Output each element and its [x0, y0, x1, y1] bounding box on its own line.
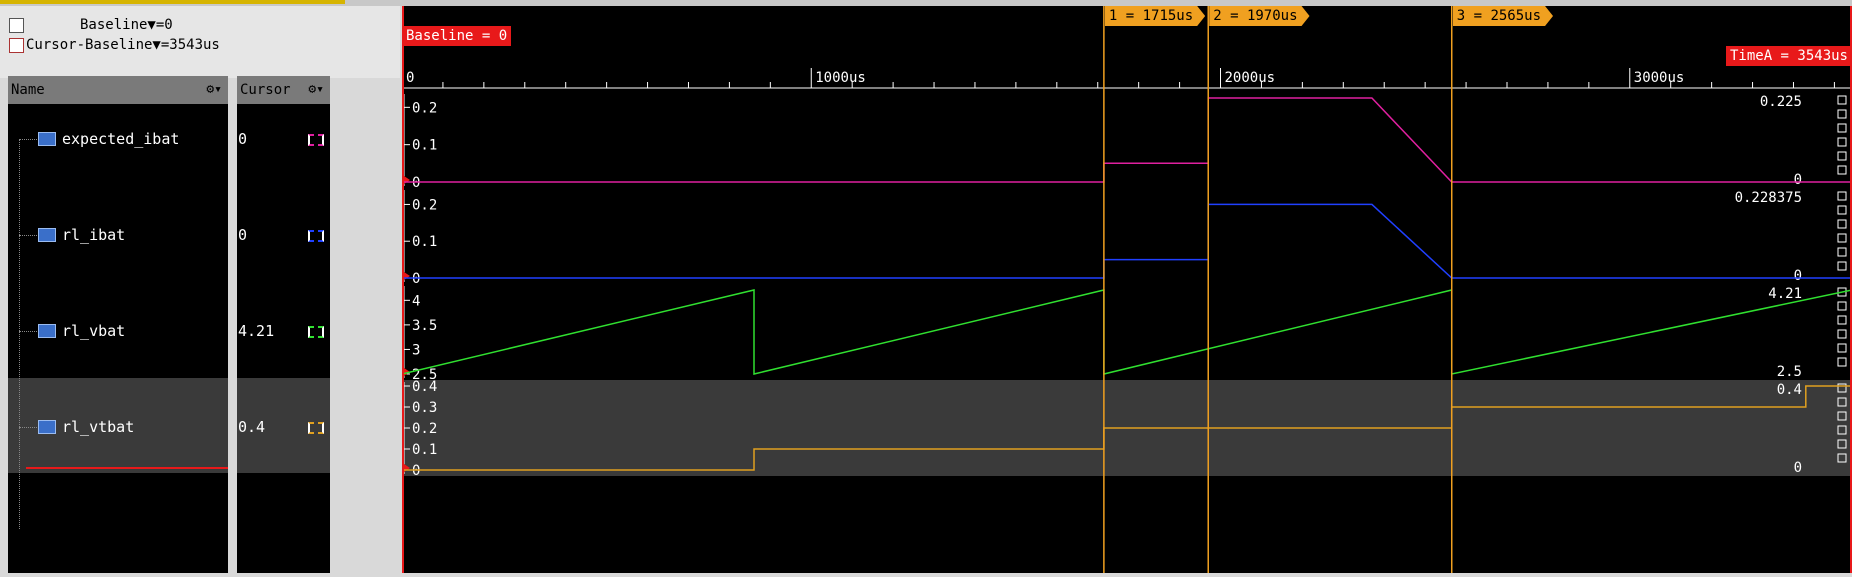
- signal-name-rl_vbat[interactable]: rl_vbat: [62, 322, 125, 340]
- timea-label[interactable]: TimeA = 3543us: [1725, 46, 1852, 66]
- signal-icon: [38, 324, 56, 338]
- signal-name-rl_ibat[interactable]: rl_ibat: [62, 226, 125, 244]
- cursor-value-list: 0 0 4.21 0.4: [237, 104, 330, 573]
- lane-max-label: 0.4: [1777, 382, 1802, 398]
- zoom-in-icon[interactable]: [1837, 329, 1847, 339]
- lane-max-label: 4.21: [1768, 286, 1802, 302]
- tree-connector: [19, 331, 37, 332]
- lane-y-tick-label: 3: [412, 342, 420, 358]
- lane-y-tick-label: 0: [412, 175, 420, 191]
- cursor-value-rl_ibat: 0: [238, 226, 248, 244]
- lane-y-tick-label: 0: [412, 271, 420, 287]
- cursor-value-rl_vtbat: 0.4: [238, 418, 266, 436]
- signal-color-marker: [308, 422, 324, 434]
- lane-y-tick-label: 0.4: [412, 379, 437, 395]
- name-header-label: Name: [11, 82, 45, 98]
- scroll-down-icon[interactable]: [1837, 261, 1847, 271]
- lane-y-tick-label: 0.2: [412, 421, 437, 437]
- time-tick-label: 3000us: [1634, 70, 1685, 86]
- time-tick-label: 0: [406, 70, 414, 86]
- signal-color-marker: [308, 134, 324, 146]
- gear-icon[interactable]: ⚙▾: [206, 76, 222, 104]
- tree-connector: [19, 235, 37, 236]
- signal-icon: [38, 420, 56, 434]
- cursor-header-label: Cursor: [240, 82, 291, 98]
- zoom-out-icon[interactable]: [1837, 151, 1847, 161]
- lane-y-tick-label: 0.1: [412, 234, 437, 250]
- baseline-readout[interactable]: Baseline▼=0: [80, 17, 173, 33]
- signal-name-list: expected_ibat rl_ibat rl_vbat rl_vtbat: [8, 104, 228, 573]
- scroll-down-icon[interactable]: [1837, 165, 1847, 175]
- scroll-down-icon[interactable]: [1837, 357, 1847, 367]
- lane-y-tick-label: 0: [412, 463, 420, 479]
- cursor-baseline-icon[interactable]: [9, 38, 24, 53]
- lane-y-tick-label: 0.1: [412, 442, 437, 458]
- move-icon[interactable]: [1837, 205, 1847, 215]
- cursor-value-rl_vbat: 4.21: [238, 322, 275, 340]
- header-panel: Baseline▼=0 Cursor-Baseline▼=3543us: [0, 6, 400, 78]
- zoom-fit-icon[interactable]: [9, 18, 24, 33]
- lane-min-label: 0: [1794, 460, 1802, 476]
- signal-color-marker: [308, 326, 324, 338]
- lane-y-tick-label: 0.2: [412, 197, 437, 213]
- tree-line: [19, 139, 20, 529]
- waveform-canvas[interactable]: 0 1000us 2000us 3000us 0.2 0.1 0 0.225 0 0.2 0.1 0 0…: [398, 6, 1852, 573]
- trace-rl-ibat: [402, 203, 1852, 279]
- lane-max-label: 0.228375: [1735, 190, 1802, 206]
- active-tab-indicator: [0, 0, 345, 4]
- tree-connector: [19, 427, 37, 428]
- lane-min-label: 0: [1794, 172, 1802, 188]
- lane-y-tick-label: 0.3: [412, 400, 437, 416]
- zoom-in-icon[interactable]: [1837, 233, 1847, 243]
- lane-y-tick-label: 0.1: [412, 138, 437, 154]
- baseline-label[interactable]: Baseline = 0: [402, 26, 512, 46]
- zoom-out-icon[interactable]: [1837, 343, 1847, 353]
- lane-min-label: 2.5: [1777, 364, 1802, 380]
- marker-tag-1[interactable]: 1 = 1715us: [1105, 6, 1205, 26]
- fit-icon[interactable]: [1837, 123, 1847, 133]
- zoom-out-icon[interactable]: [1837, 247, 1847, 257]
- scroll-up-icon[interactable]: [1837, 191, 1847, 201]
- signal-color-marker: [308, 230, 324, 242]
- tree-connector: [19, 139, 37, 140]
- move-icon[interactable]: [1837, 109, 1847, 119]
- lane-y-tick-label: 4: [412, 293, 420, 309]
- name-column-header[interactable]: Name ⚙▾: [8, 76, 228, 104]
- signal-name-expected_ibat[interactable]: expected_ibat: [62, 130, 179, 148]
- lane-max-label: 0.225: [1760, 94, 1802, 110]
- signal-icon: [38, 132, 56, 146]
- lane-min-label: 0: [1794, 268, 1802, 284]
- marker-tag-2[interactable]: 2 = 1970us: [1209, 6, 1309, 26]
- lane-y-tick-label: 0.2: [412, 100, 437, 116]
- cursor-baseline-readout[interactable]: Cursor-Baseline▼=3543us: [26, 37, 220, 53]
- trace-expected-ibat: [402, 97, 1852, 183]
- signal-name-rl_vtbat[interactable]: rl_vtbat: [62, 418, 134, 436]
- fit-icon[interactable]: [1837, 315, 1847, 325]
- marker-tag-3[interactable]: 3 = 2565us: [1453, 6, 1553, 26]
- zoom-in-icon[interactable]: [1837, 137, 1847, 147]
- cursor-value-expected_ibat: 0: [238, 130, 248, 148]
- time-tick-label: 2000us: [1225, 70, 1276, 86]
- fit-icon[interactable]: [1837, 219, 1847, 229]
- scroll-up-icon[interactable]: [1837, 95, 1847, 105]
- trace-rl-vbat: [401, 289, 1852, 375]
- lane-y-tick-label: 3.5: [412, 318, 437, 334]
- drop-indicator: [26, 467, 228, 469]
- waveform-view[interactable]: 0 1000us 2000us 3000us 0.2 0.1 0 0.225 0 0.2 0.1 0 0…: [398, 6, 1852, 573]
- gear-icon[interactable]: ⚙▾: [308, 76, 324, 104]
- move-icon[interactable]: [1837, 301, 1847, 311]
- cursor-column-header[interactable]: Cursor ⚙▾: [237, 76, 330, 104]
- time-tick-label: 1000us: [815, 70, 866, 86]
- signal-icon: [38, 228, 56, 242]
